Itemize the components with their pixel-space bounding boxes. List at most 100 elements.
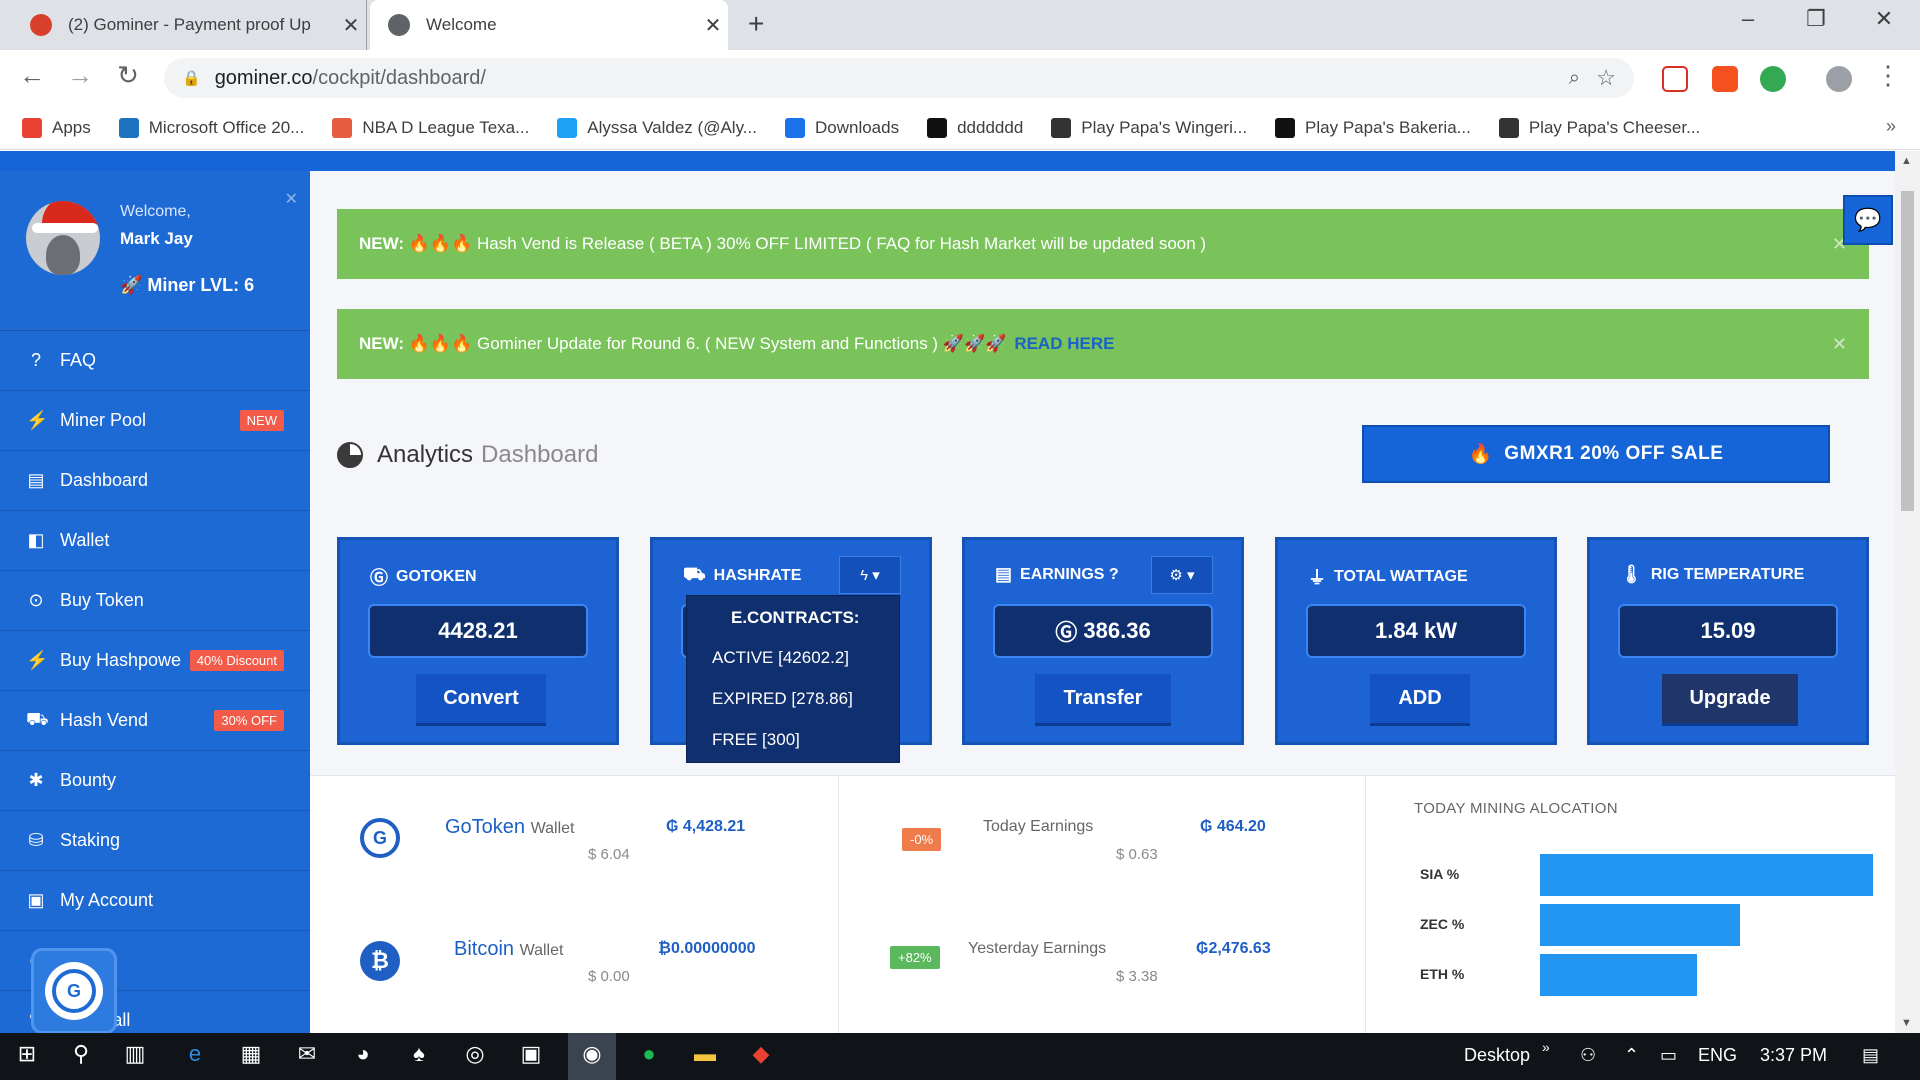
- zoom-icon[interactable]: ⌕: [1569, 67, 1580, 90]
- fire-icon: 🔥🔥🔥: [408, 334, 473, 353]
- search-icon[interactable]: ⚲: [66, 1041, 96, 1071]
- bookmark-item[interactable]: Alyssa Valdez (@Aly...: [557, 117, 757, 138]
- chat-button[interactable]: 💬: [1843, 195, 1893, 245]
- sidebar-item-miner-pool[interactable]: ⚡ Miner Pool NEW: [0, 391, 310, 451]
- reload-icon[interactable]: ↻: [110, 60, 146, 91]
- bookmark-item[interactable]: ddddddd: [927, 117, 1023, 138]
- bookmark-icon: [1051, 117, 1072, 138]
- forward-icon[interactable]: →: [62, 60, 98, 91]
- bookmark-star-icon[interactable]: ☆: [1596, 65, 1616, 91]
- tab-close-icon[interactable]: ✕: [336, 13, 366, 38]
- windows-start-icon[interactable]: ⊞: [12, 1041, 42, 1071]
- desktop-label[interactable]: Desktop: [1464, 1045, 1530, 1066]
- extension-icon[interactable]: [1712, 66, 1738, 92]
- chrome-icon[interactable]: ◉: [568, 1033, 616, 1080]
- gominer-logo-button[interactable]: G: [34, 951, 114, 1031]
- popover-line: EXPIRED [278.86]: [712, 689, 853, 708]
- alert-close-icon[interactable]: ✕: [1832, 334, 1847, 355]
- scroll-up-icon[interactable]: ▲: [1901, 155, 1912, 167]
- edge-icon[interactable]: e: [180, 1041, 210, 1071]
- chart-title: TODAY MINING ALOCATION: [1414, 800, 1618, 817]
- tray-up-icon[interactable]: ⌃: [1624, 1045, 1639, 1066]
- sidebar-item-faq[interactable]: ? FAQ: [0, 331, 310, 391]
- divider: [1365, 776, 1366, 1033]
- chevron-icon[interactable]: »: [1542, 1039, 1550, 1055]
- temperature-value: 15.09: [1618, 604, 1838, 658]
- tab-close-icon[interactable]: ✕: [698, 13, 728, 38]
- clock[interactable]: 3:37 PM: [1760, 1045, 1827, 1066]
- spotify-icon[interactable]: ●: [634, 1041, 664, 1071]
- bar-label: ZEC %: [1420, 916, 1465, 932]
- tab-gominer-payment[interactable]: (2) Gominer - Payment proof Up ✕: [12, 0, 367, 50]
- folder-icon[interactable]: ▬: [690, 1041, 720, 1071]
- lock-icon: 🔒: [182, 70, 201, 87]
- people-icon[interactable]: ⚇: [1580, 1045, 1596, 1066]
- wallet-name: GoToken: [445, 816, 526, 838]
- popover-line: FREE [300]: [712, 730, 800, 749]
- steam-icon[interactable]: ◕: [348, 1041, 378, 1071]
- bookmarks-more-icon[interactable]: »: [1886, 116, 1896, 137]
- tab-welcome[interactable]: Welcome ✕: [370, 0, 728, 50]
- avatar[interactable]: [26, 201, 100, 275]
- sidebar-item-wallet[interactable]: ◧ Wallet: [0, 511, 310, 571]
- bookmark-item[interactable]: NBA D League Texa...: [332, 117, 529, 138]
- sidebar-item-bounty[interactable]: ✱ Bounty: [0, 751, 310, 811]
- bookmark-item[interactable]: Microsoft Office 20...: [118, 117, 304, 138]
- bookmark-item[interactable]: Apps: [22, 117, 91, 138]
- today-earnings-label: Today Earnings: [983, 818, 1094, 835]
- chat-icon: 💬: [1854, 207, 1882, 232]
- app-icon[interactable]: ▣: [516, 1041, 546, 1071]
- bookmark-item[interactable]: Play Papa's Wingeri...: [1051, 117, 1247, 138]
- extension-icon[interactable]: [1662, 66, 1688, 92]
- help-icon[interactable]: ?: [1109, 566, 1119, 584]
- new-tab-button[interactable]: +: [748, 8, 764, 40]
- bookmark-icon: [1275, 117, 1296, 138]
- close-icon[interactable]: ✕: [285, 189, 298, 209]
- profile-avatar[interactable]: [1826, 66, 1852, 92]
- popover-line: ACTIVE [42602.2]: [712, 648, 850, 667]
- bookmark-item[interactable]: Downloads: [784, 117, 899, 138]
- rocket-icon: 🚀: [120, 275, 148, 295]
- restore-icon[interactable]: ❐: [1786, 6, 1846, 32]
- window-close-icon[interactable]: ✕: [1854, 6, 1914, 32]
- wattage-value: 1.84 kW: [1306, 604, 1526, 658]
- extension-icon[interactable]: [1760, 66, 1786, 92]
- bookmark-item[interactable]: Play Papa's Cheeser...: [1498, 117, 1700, 138]
- sidebar-item-buy-hashpowe[interactable]: ⚡ Buy Hashpowe 40% Discount: [0, 631, 310, 691]
- hashrate-dropdown[interactable]: ϟ ▾: [839, 556, 901, 594]
- minimize-icon[interactable]: –: [1718, 6, 1778, 32]
- bitcoin-wallet-name[interactable]: Bitcoin Wallet: [454, 938, 563, 961]
- sidebar-item-my-account[interactable]: ▣ My Account: [0, 871, 310, 931]
- mail-icon[interactable]: ✉: [292, 1041, 322, 1071]
- sidebar-item-staking[interactable]: ⛁ Staking: [0, 811, 310, 871]
- store-icon[interactable]: ▦: [236, 1041, 266, 1071]
- read-here-link[interactable]: READ HERE: [1014, 334, 1114, 354]
- language-indicator[interactable]: ENG: [1698, 1045, 1737, 1066]
- page-scrollbar[interactable]: ▲ ▼: [1895, 151, 1920, 1033]
- cards-icon[interactable]: ♠: [404, 1041, 434, 1071]
- battery-icon[interactable]: ▭: [1660, 1045, 1677, 1066]
- sale-button[interactable]: 🔥 GMXR1 20% OFF SALE: [1362, 425, 1830, 483]
- app-icon[interactable]: ◆: [746, 1041, 776, 1071]
- task-view-icon[interactable]: ▥: [120, 1041, 150, 1071]
- windows-taskbar: ⊞ ⚲ ▥ e ▦ ✉ ◕ ♠ ◎ ▣ ◉ ● ▬ ◆ Desktop » ⚇ …: [0, 1033, 1920, 1080]
- menu-icon[interactable]: ⋮: [1870, 60, 1906, 91]
- sidebar-item-dashboard[interactable]: ▤ Dashboard: [0, 451, 310, 511]
- address-bar[interactable]: 🔒 gominer.co/cockpit/dashboard/ ⌕ ☆: [164, 58, 1634, 98]
- page: Welcome, Mark Jay 🚀 Miner LVL: 6 ✕ ? FAQ ⚡…: [0, 151, 1920, 1033]
- sidebar-item-buy-token[interactable]: ⊙ Buy Token: [0, 571, 310, 631]
- transfer-button[interactable]: Transfer: [1035, 674, 1171, 726]
- convert-button[interactable]: Convert: [416, 674, 546, 726]
- earnings-settings-dropdown[interactable]: ⚙ ▾: [1151, 556, 1213, 594]
- sidebar-item-hash-vend[interactable]: ⛟ Hash Vend 30% OFF: [0, 691, 310, 751]
- app-icon[interactable]: ◎: [460, 1041, 490, 1071]
- sidebar-item-label: Hash Vend: [60, 710, 149, 730]
- add-button[interactable]: ADD: [1370, 674, 1470, 726]
- bookmark-item[interactable]: Play Papa's Bakeria...: [1275, 117, 1471, 138]
- scroll-thumb[interactable]: [1901, 191, 1914, 511]
- back-icon[interactable]: ←: [14, 60, 50, 91]
- scroll-down-icon[interactable]: ▼: [1901, 1017, 1912, 1029]
- upgrade-button[interactable]: Upgrade: [1662, 674, 1798, 726]
- notifications-icon[interactable]: ▤: [1862, 1045, 1879, 1066]
- gotoken-wallet-name[interactable]: GoToken Wallet: [445, 816, 574, 839]
